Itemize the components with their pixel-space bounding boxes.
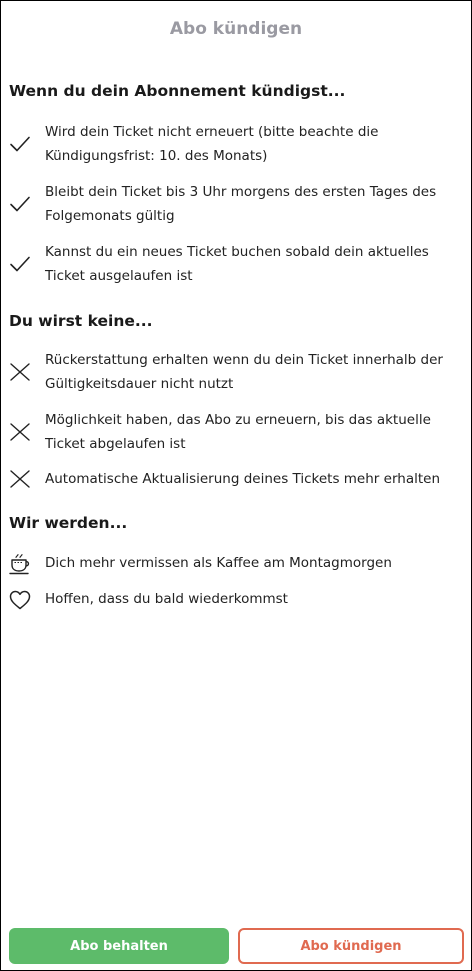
list-item-text: Dich mehr vermissen als Kaffee am Montag… <box>45 555 392 571</box>
app-frame: Abo kündigen Wenn du dein Abonnement kün… <box>0 0 472 971</box>
heart-icon <box>8 588 32 612</box>
checkmark-icon <box>8 132 32 156</box>
section-title-you-wont: Du wirst keine... <box>9 312 153 330</box>
list-item-text: Kannst du ein neues Ticket buchen sobald… <box>45 244 429 284</box>
cross-icon <box>8 467 32 491</box>
checkmark-icon <box>8 252 32 276</box>
section-title-when-cancel: Wenn du dein Abonnement kündigst... <box>9 82 346 100</box>
cancel-subscription-button[interactable]: Abo kündigen <box>238 928 464 964</box>
section-title-we-will: Wir werden... <box>9 514 128 532</box>
checkmark-icon <box>8 192 32 216</box>
list-item-text: Hoffen, dass du bald wiederkommst <box>45 591 288 607</box>
cross-icon <box>8 360 32 384</box>
list-item-text: Bleibt dein Ticket bis 3 Uhr morgens des… <box>45 184 437 224</box>
list-item-text: Möglichkeit haben, das Abo zu erneuern, … <box>45 412 431 452</box>
coffee-cup-icon <box>8 552 32 576</box>
page-title: Abo kündigen <box>169 19 303 39</box>
list-item-text: Automatische Aktualisierung deines Ticke… <box>45 471 440 487</box>
cross-icon <box>8 420 32 444</box>
list-item-text: Wird dein Ticket nicht erneuert (bitte b… <box>45 124 379 164</box>
keep-subscription-button[interactable]: Abo behalten <box>9 928 229 964</box>
list-item-text: Rückerstattung erhalten wenn du dein Tic… <box>45 352 443 392</box>
